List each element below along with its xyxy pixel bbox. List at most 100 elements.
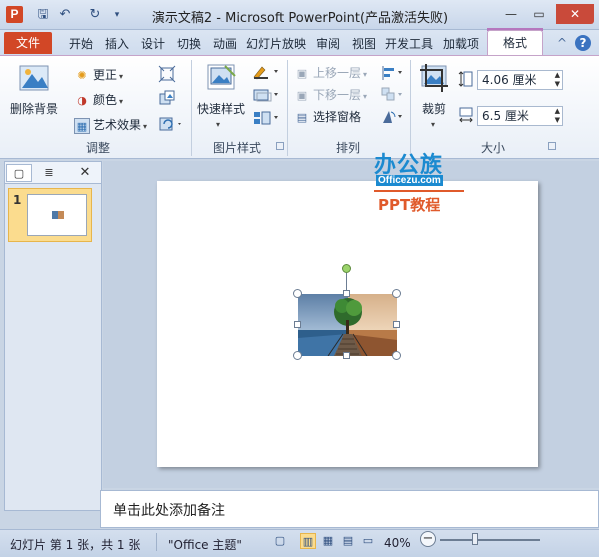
watermark-subtitle: PPT教程	[378, 196, 441, 214]
tab-addins[interactable]: 加载项	[437, 33, 485, 55]
zoom-out-button[interactable]: −	[420, 531, 436, 547]
watermark-divider	[374, 190, 464, 192]
reset-picture-icon[interactable]	[158, 115, 184, 133]
bring-forward-icon: ▣	[296, 66, 308, 80]
collapse-ribbon-icon[interactable]: ^	[554, 35, 570, 51]
quick-styles-dropdown-icon[interactable]: ▾	[216, 120, 220, 129]
picture-layout-icon[interactable]	[252, 110, 282, 126]
group-separator	[287, 60, 288, 156]
group-separator	[410, 60, 411, 156]
resize-handle-left[interactable]	[294, 321, 301, 328]
tab-view[interactable]: 视图	[347, 33, 381, 55]
zoom-level[interactable]: 40%	[384, 536, 411, 550]
close-button[interactable]: ✕	[556, 4, 594, 24]
shape-width-value: 6.5 厘米	[482, 109, 529, 123]
compress-pictures-icon[interactable]	[158, 65, 176, 83]
tab-slideshow[interactable]: 幻灯片放映	[244, 33, 308, 55]
tab-format[interactable]: 格式	[487, 30, 543, 56]
group-separator	[191, 60, 192, 156]
powerpoint-app-icon[interactable]: P	[6, 6, 23, 23]
height-spinner-icon[interactable]: ▲ ▼	[555, 71, 560, 89]
width-spinner-icon[interactable]: ▲ ▼	[555, 107, 560, 125]
normal-view-icon[interactable]: ▥	[300, 533, 316, 549]
tab-home[interactable]: 开始	[64, 33, 98, 55]
artistic-effects-button[interactable]: ▦ 艺术效果 ▾	[74, 116, 147, 134]
shape-height-icon	[458, 70, 474, 88]
customize-qat-button[interactable]: ▾	[108, 6, 126, 24]
crop-button[interactable]: 裁剪	[422, 100, 446, 117]
shape-height-input[interactable]: 4.06 厘米 ▲ ▼	[477, 70, 563, 90]
selection-pane-label: 选择窗格	[313, 110, 362, 124]
change-picture-icon[interactable]	[158, 90, 176, 108]
selection-pane-button[interactable]: ▤ 选择窗格	[294, 108, 361, 126]
artistic-effects-label: 艺术效果	[93, 118, 142, 132]
resize-handle-top-right[interactable]	[392, 289, 401, 298]
tab-review[interactable]: 审阅	[311, 33, 345, 55]
tab-insert[interactable]: 插入	[100, 33, 134, 55]
group-label-adjust: 调整	[85, 141, 110, 155]
quick-styles-button[interactable]: 快速样式	[197, 100, 245, 117]
window-title: 演示文稿2 - Microsoft PowerPoint(产品激活失败)	[151, 11, 449, 26]
help-icon[interactable]: ?	[575, 35, 591, 51]
outline-tab-icon[interactable]: ≣	[36, 164, 62, 182]
shape-width-input[interactable]: 6.5 厘米 ▲ ▼	[477, 106, 563, 126]
selected-picture[interactable]	[298, 294, 397, 356]
bring-forward-button[interactable]: ▣ 上移一层 ▾	[294, 64, 367, 82]
tab-transitions[interactable]: 切换	[172, 33, 206, 55]
tab-design[interactable]: 设计	[136, 33, 170, 55]
remove-background-icon[interactable]	[18, 62, 50, 94]
picture-effects-icon[interactable]	[252, 87, 282, 103]
reading-view-icon[interactable]: ▤	[340, 533, 356, 549]
rotate-icon[interactable]	[380, 108, 406, 126]
resize-handle-bottom-left[interactable]	[293, 351, 302, 360]
shape-width-icon	[458, 106, 474, 124]
picture-border-icon[interactable]	[252, 64, 282, 80]
zoom-slider-track[interactable]	[440, 539, 540, 541]
slides-tab-icon[interactable]: ▢	[6, 164, 32, 182]
send-backward-label: 下移一层	[313, 88, 362, 102]
slideshow-view-icon[interactable]: ▭	[360, 533, 376, 549]
corrections-icon: ✺	[77, 68, 87, 82]
watermark-site: Officezu.com	[376, 175, 443, 186]
bring-forward-label: 上移一层	[313, 66, 362, 80]
maximize-button[interactable]: ▭	[526, 4, 552, 24]
resize-handle-top-left[interactable]	[293, 289, 302, 298]
group-objects-icon[interactable]	[380, 86, 406, 104]
rotation-line	[346, 273, 347, 290]
theme-status[interactable]: "Office 主题"	[168, 536, 242, 553]
resize-handle-top[interactable]	[343, 290, 350, 297]
resize-handle-bottom[interactable]	[343, 352, 350, 359]
save-icon[interactable]: 🖫	[34, 6, 52, 24]
color-label: 颜色	[93, 93, 118, 107]
zoom-slider-thumb[interactable]	[472, 533, 478, 545]
color-button[interactable]: ◑ 颜色 ▾	[74, 91, 123, 109]
spell-check-icon[interactable]: ▢	[272, 533, 288, 549]
status-separator	[156, 533, 157, 551]
tab-developer[interactable]: 开发工具	[383, 33, 435, 55]
group-label-size: 大小	[480, 141, 505, 155]
tab-animations[interactable]: 动画	[208, 33, 242, 55]
slide-number: 1	[13, 193, 22, 207]
notes-placeholder[interactable]: 单击此处添加备注	[113, 500, 225, 520]
corrections-label: 更正	[93, 68, 118, 82]
align-icon[interactable]	[380, 64, 406, 82]
group-label-arrange: 排列	[335, 141, 360, 155]
send-backward-button[interactable]: ▣ 下移一层 ▾	[294, 86, 367, 104]
resize-handle-bottom-right[interactable]	[392, 351, 401, 360]
size-launcher-icon[interactable]: ↘	[548, 142, 556, 150]
corrections-button[interactable]: ✺ 更正 ▾	[74, 66, 123, 84]
rotation-handle[interactable]	[342, 264, 351, 273]
crop-icon[interactable]	[418, 62, 450, 94]
minimize-button[interactable]: —	[498, 4, 524, 24]
remove-background-button[interactable]: 删除背景	[10, 100, 58, 117]
picture-styles-launcher-icon[interactable]: ↘	[276, 142, 284, 150]
redo-icon[interactable]: ↻	[86, 6, 104, 24]
slide-sorter-icon[interactable]: ▦	[320, 533, 336, 549]
close-panel-icon[interactable]: ✕	[72, 164, 98, 182]
quick-styles-icon[interactable]	[205, 62, 237, 94]
crop-dropdown-icon[interactable]: ▾	[431, 120, 435, 129]
tab-file[interactable]: 文件	[4, 32, 52, 54]
undo-icon[interactable]: ↶	[56, 6, 74, 24]
group-label-picture-styles: 图片样式	[212, 141, 261, 155]
resize-handle-right[interactable]	[393, 321, 400, 328]
